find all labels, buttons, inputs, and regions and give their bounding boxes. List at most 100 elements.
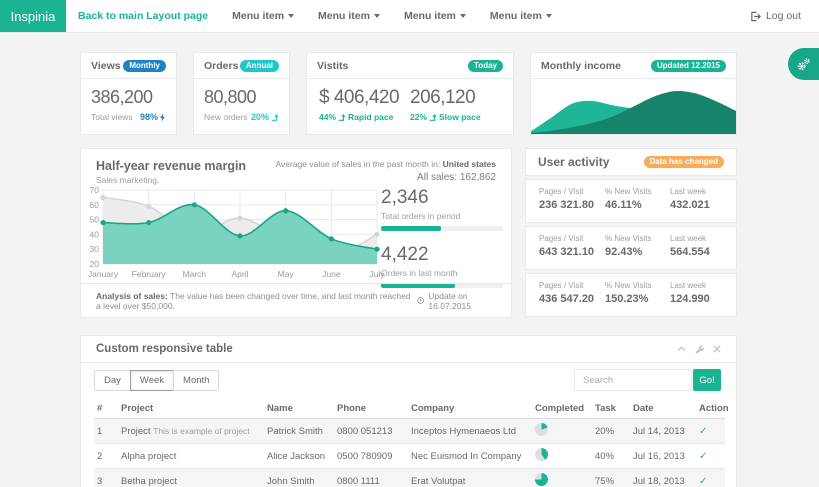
menu-item-label: Menu item bbox=[490, 10, 542, 22]
monthly-income-sparkline bbox=[531, 79, 736, 134]
visits-left-note: Rapid pace bbox=[348, 112, 393, 122]
project-name: Alpha project bbox=[121, 451, 176, 462]
search-input[interactable] bbox=[574, 369, 692, 391]
check-icon[interactable]: ✓ bbox=[699, 451, 707, 462]
visits-badge: Today bbox=[468, 60, 503, 72]
check-icon[interactable]: ✓ bbox=[699, 426, 707, 437]
sign-out-icon bbox=[750, 11, 761, 22]
go-button[interactable]: Go! bbox=[693, 369, 721, 391]
revenue-meta-country: United states bbox=[443, 159, 496, 169]
menu-item-4[interactable]: Menu item bbox=[490, 10, 552, 22]
ua-label: % New Visits bbox=[605, 281, 670, 290]
ua-value: 124.990 bbox=[670, 293, 736, 305]
all-sales-value: All sales: 162,862 bbox=[276, 172, 497, 183]
ua-value: 564.554 bbox=[670, 246, 736, 258]
svg-text:February: February bbox=[132, 269, 167, 279]
bolt-icon bbox=[160, 113, 166, 122]
logout-button[interactable]: Log out bbox=[750, 10, 801, 22]
close-icon bbox=[713, 345, 721, 353]
visits-left-delta: 44% bbox=[319, 112, 336, 122]
ua-value: 436 547.20 bbox=[539, 293, 605, 305]
tab-day[interactable]: Day bbox=[94, 370, 131, 391]
visits-right-value: 206,120 bbox=[410, 87, 501, 109]
user-activity-row: Pages / Visit 436 547.20 % New Visits 150.… bbox=[525, 273, 737, 317]
project-note: This is example of project bbox=[153, 426, 249, 436]
gears-icon bbox=[796, 57, 811, 72]
col-task: Task bbox=[592, 399, 630, 419]
svg-text:50: 50 bbox=[90, 215, 100, 225]
table-panel-title: Custom responsive table bbox=[96, 343, 233, 355]
close-button[interactable] bbox=[713, 345, 721, 353]
svg-text:January: January bbox=[88, 269, 119, 279]
project-name: Project bbox=[121, 426, 151, 437]
ua-label: Last week bbox=[670, 187, 736, 196]
orders-last-month-value: 4,422 bbox=[381, 244, 503, 266]
completed-pie-icon bbox=[535, 448, 548, 461]
col-phone: Phone bbox=[334, 399, 408, 419]
ua-label: Last week bbox=[670, 234, 736, 243]
menu-item-2[interactable]: Menu item bbox=[318, 10, 380, 22]
orders-badge: Annual bbox=[240, 60, 279, 72]
orders-in-period-value: 2,346 bbox=[381, 187, 503, 209]
back-to-layout-link[interactable]: Back to main Layout page bbox=[78, 10, 208, 22]
table-row: 3 Betha project John Smith 0800 1111 Era… bbox=[94, 469, 725, 487]
ua-value: 236 321.80 bbox=[539, 199, 605, 211]
user-activity-row: Pages / Visit236 321.80 % New Visits46.1… bbox=[525, 179, 737, 223]
theme-settings-button[interactable] bbox=[788, 48, 819, 80]
svg-text:20: 20 bbox=[90, 259, 100, 269]
ua-value: 643 321.10 bbox=[539, 246, 605, 258]
ua-label: % New Visits bbox=[605, 234, 670, 243]
dashboard-page: Inspinia Back to main Layout page Menu i… bbox=[0, 0, 819, 487]
level-up-icon bbox=[429, 113, 437, 121]
collapse-button[interactable] bbox=[677, 346, 686, 352]
responsive-table-panel: Custom responsive table Day Week Month G… bbox=[80, 335, 737, 487]
menu-item-1[interactable]: Menu item bbox=[232, 10, 294, 22]
caret-down-icon bbox=[288, 14, 294, 18]
user-activity-title: User activity bbox=[538, 155, 609, 169]
orders-delta: 20% bbox=[251, 112, 269, 122]
col-date: Date bbox=[630, 399, 696, 419]
visits-right-delta: 22% bbox=[410, 112, 427, 122]
svg-text:40: 40 bbox=[90, 229, 100, 239]
level-up-icon bbox=[338, 113, 346, 121]
visits-right-note: Slow pace bbox=[439, 112, 481, 122]
income-badge: Updated 12.2015 bbox=[651, 60, 726, 72]
table-header-row: # Project Name Phone Company Completed T… bbox=[94, 399, 725, 419]
orders-in-period-progress bbox=[381, 226, 503, 231]
project-name: Betha project bbox=[121, 476, 177, 487]
income-card-title: Monthly income bbox=[541, 60, 621, 72]
settings-button[interactable] bbox=[695, 345, 704, 354]
ua-value: 150.23% bbox=[605, 293, 670, 305]
ua-label: % New Visits bbox=[605, 187, 670, 196]
col-num: # bbox=[94, 399, 118, 419]
data-changed-badge: Data has changed bbox=[644, 156, 724, 168]
ua-label: Pages / Visit bbox=[539, 281, 605, 290]
orders-last-month-label: Orders in last month bbox=[381, 268, 503, 278]
views-delta: 98% bbox=[140, 112, 158, 122]
visits-card-title: Vistits bbox=[317, 60, 348, 72]
col-action: Action bbox=[696, 399, 725, 419]
tab-month[interactable]: Month bbox=[173, 370, 219, 391]
ua-label: Pages / Visit bbox=[539, 234, 605, 243]
svg-text:30: 30 bbox=[90, 244, 100, 254]
level-up-icon bbox=[271, 113, 279, 121]
col-project: Project bbox=[118, 399, 264, 419]
clock-icon bbox=[417, 296, 424, 305]
svg-text:March: March bbox=[183, 269, 207, 279]
analysis-label: Analysis of sales: bbox=[96, 291, 168, 301]
chevron-up-icon bbox=[677, 346, 686, 352]
caret-down-icon bbox=[460, 14, 466, 18]
table-row: 1 Project This is example of project Pat… bbox=[94, 419, 725, 444]
orders-card-title: Orders bbox=[204, 60, 238, 72]
monthly-income-card: Monthly income Updated 12.2015 bbox=[530, 52, 737, 135]
visits-left-value: $ 406,420 bbox=[319, 87, 410, 109]
check-icon[interactable]: ✓ bbox=[699, 476, 707, 487]
tab-week[interactable]: Week bbox=[130, 370, 174, 391]
menu-item-label: Menu item bbox=[232, 10, 284, 22]
logout-label: Log out bbox=[766, 10, 801, 22]
ua-label: Pages / Visit bbox=[539, 187, 605, 196]
views-card-title: Views bbox=[91, 60, 121, 72]
menu-item-3[interactable]: Menu item bbox=[404, 10, 466, 22]
views-card: Views Monthly 386,200 Total views 98% bbox=[80, 52, 177, 135]
svg-text:70: 70 bbox=[90, 185, 100, 195]
